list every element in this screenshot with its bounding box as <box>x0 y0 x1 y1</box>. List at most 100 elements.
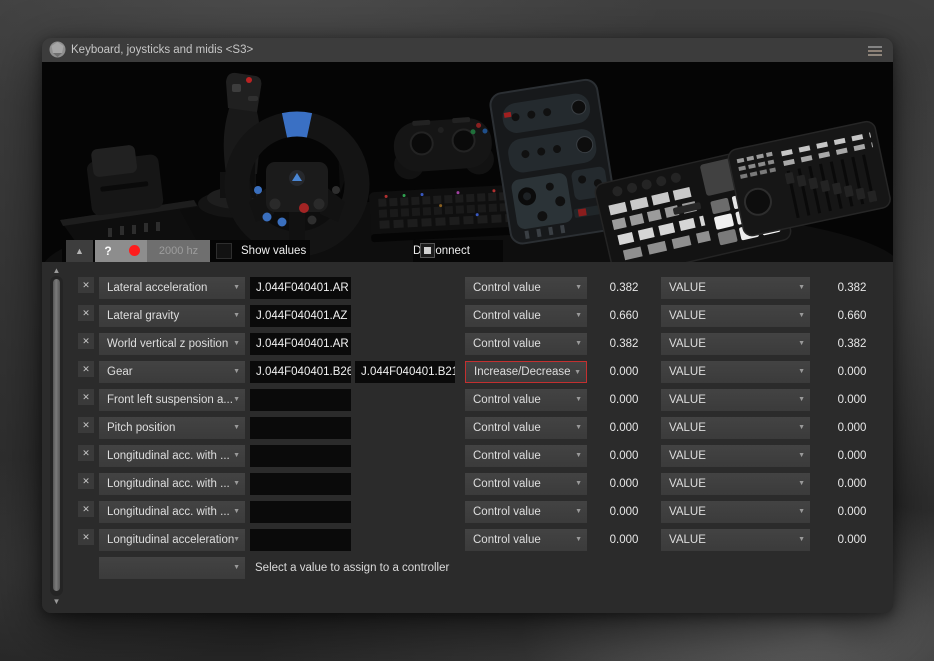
output-select[interactable]: VALUE ▼ <box>661 305 810 327</box>
output-select-label: VALUE <box>669 366 706 378</box>
app-window: Keyboard, joysticks and midis <S3> <box>42 38 893 613</box>
mapping-row: ✕ Gear ▼ J.044F040401.B26J.044F040401.B2… <box>42 358 893 386</box>
value-select-label: Pitch position <box>107 422 175 434</box>
chevron-down-icon: ▼ <box>233 361 240 383</box>
output-select[interactable]: VALUE ▼ <box>661 417 810 439</box>
remove-row-button[interactable]: ✕ <box>78 277 94 293</box>
record-button[interactable] <box>121 240 147 262</box>
show-values-label: Show values <box>241 240 306 262</box>
output-select[interactable]: VALUE ▼ <box>661 361 810 383</box>
value-select-label: Longitudinal acc. with ... <box>107 478 230 490</box>
close-icon: ✕ <box>82 336 90 346</box>
remove-row-button[interactable]: ✕ <box>78 361 94 377</box>
remove-row-button[interactable]: ✕ <box>78 501 94 517</box>
value-select[interactable]: Gear ▼ <box>99 361 245 383</box>
chevron-down-icon: ▼ <box>575 277 582 299</box>
hamburger-menu-icon[interactable] <box>868 46 882 58</box>
value-select[interactable]: Pitch position ▼ <box>99 417 245 439</box>
output-select[interactable]: VALUE ▼ <box>661 501 810 523</box>
controller-binding-input[interactable] <box>250 473 351 495</box>
controller-binding-input[interactable]: J.044F040401.B26 <box>250 361 351 383</box>
chevron-down-icon: ▼ <box>233 473 240 495</box>
output-select[interactable]: VALUE ▼ <box>661 473 810 495</box>
controller-binding-input[interactable] <box>250 529 351 551</box>
output-select-label: VALUE <box>669 422 706 434</box>
help-button[interactable]: ? <box>95 240 121 262</box>
output-select[interactable]: VALUE ▼ <box>661 445 810 467</box>
mode-select[interactable]: Control value ▼ <box>465 529 587 551</box>
stop-icon <box>420 243 435 258</box>
chevron-down-icon: ▼ <box>798 501 805 523</box>
controller-binding-input[interactable] <box>250 501 351 523</box>
mode-select-label: Control value <box>473 478 541 490</box>
mode-select[interactable]: Control value ▼ <box>465 333 587 355</box>
value-select[interactable]: Lateral gravity ▼ <box>99 305 245 327</box>
output-select-label: VALUE <box>669 310 706 322</box>
value-select-label: Front left suspension a... <box>107 394 233 406</box>
chevron-down-icon: ▼ <box>233 501 240 523</box>
controller-binding-inputs <box>250 389 351 411</box>
input-value: 0.000 <box>592 501 656 523</box>
remove-row-button[interactable]: ✕ <box>78 417 94 433</box>
value-select[interactable]: Front left suspension a... ▼ <box>99 389 245 411</box>
mode-select[interactable]: Control value ▼ <box>465 277 587 299</box>
remove-row-button[interactable]: ✕ <box>78 333 94 349</box>
value-select[interactable]: Lateral acceleration ▼ <box>99 277 245 299</box>
scroll-down-icon[interactable]: ▼ <box>50 596 63 607</box>
mapping-row: ✕ Pitch position ▼ Control value ▼ 0.000… <box>42 414 893 442</box>
input-value: 0.382 <box>592 333 656 355</box>
chevron-down-icon: ▼ <box>575 333 582 355</box>
output-select-label: VALUE <box>669 394 706 406</box>
output-value: 0.660 <box>820 305 884 327</box>
output-select[interactable]: VALUE ▼ <box>661 333 810 355</box>
remove-row-button[interactable]: ✕ <box>78 445 94 461</box>
input-value: 0.000 <box>592 473 656 495</box>
mode-select[interactable]: Control value ▼ <box>465 445 587 467</box>
output-select[interactable]: VALUE ▼ <box>661 389 810 411</box>
controller-binding-input[interactable]: J.044F040401.B21 <box>355 361 455 383</box>
mapping-row: ✕ World vertical z position ▼ J.044F0404… <box>42 330 893 358</box>
chevron-down-icon: ▼ <box>233 445 240 467</box>
mode-select[interactable]: Control value ▼ <box>465 501 587 523</box>
controller-binding-input[interactable] <box>250 445 351 467</box>
mapping-row: ✕ Longitudinal acceleration ▼ Control va… <box>42 526 893 554</box>
mode-select[interactable]: Control value ▼ <box>465 473 587 495</box>
controller-binding-input[interactable] <box>250 417 351 439</box>
remove-row-button[interactable]: ✕ <box>78 305 94 321</box>
value-select[interactable]: Longitudinal acc. with ... ▼ <box>99 473 245 495</box>
controller-binding-input[interactable]: J.044F040401.AR <box>250 277 351 299</box>
value-select[interactable]: Longitudinal acc. with ... ▼ <box>99 501 245 523</box>
remove-row-button[interactable]: ✕ <box>78 389 94 405</box>
mode-select[interactable]: Control value ▼ <box>465 305 587 327</box>
value-select[interactable]: Longitudinal acceleration ▼ <box>99 529 245 551</box>
output-value: 0.000 <box>820 501 884 523</box>
collapse-button[interactable]: ▲ <box>66 240 93 262</box>
new-value-select[interactable]: ▼ <box>99 557 245 579</box>
controller-binding-inputs <box>250 501 351 523</box>
app-icon <box>49 41 66 58</box>
output-value: 0.000 <box>820 389 884 411</box>
output-select[interactable]: VALUE ▼ <box>661 277 810 299</box>
close-icon: ✕ <box>82 280 90 290</box>
mapping-row: ✕ Lateral gravity ▼ J.044F040401.AZ Cont… <box>42 302 893 330</box>
title-bar[interactable]: Keyboard, joysticks and midis <S3> <box>42 38 893 62</box>
output-value: 0.000 <box>820 361 884 383</box>
mode-select[interactable]: Increase/Decrease ▼ <box>465 361 587 383</box>
value-select[interactable]: World vertical z position ▼ <box>99 333 245 355</box>
mode-select[interactable]: Control value ▼ <box>465 417 587 439</box>
output-select[interactable]: VALUE ▼ <box>661 529 810 551</box>
controller-binding-input[interactable] <box>250 389 351 411</box>
remove-row-button[interactable]: ✕ <box>78 473 94 489</box>
mode-select[interactable]: Control value ▼ <box>465 389 587 411</box>
remove-row-button[interactable]: ✕ <box>78 529 94 545</box>
chevron-down-icon: ▼ <box>574 362 581 383</box>
show-values-checkbox[interactable] <box>216 243 232 259</box>
disconnect-button[interactable]: Disconnect <box>413 240 503 262</box>
close-icon: ✕ <box>82 448 90 458</box>
value-select[interactable]: Longitudinal acc. with ... ▼ <box>99 445 245 467</box>
footer-hint: Select a value to assign to a controller <box>255 557 449 579</box>
controller-binding-inputs <box>250 529 351 551</box>
controller-binding-input[interactable]: J.044F040401.AZ <box>250 305 351 327</box>
controller-binding-input[interactable]: J.044F040401.AR <box>250 333 351 355</box>
chevron-down-icon: ▼ <box>233 305 240 327</box>
